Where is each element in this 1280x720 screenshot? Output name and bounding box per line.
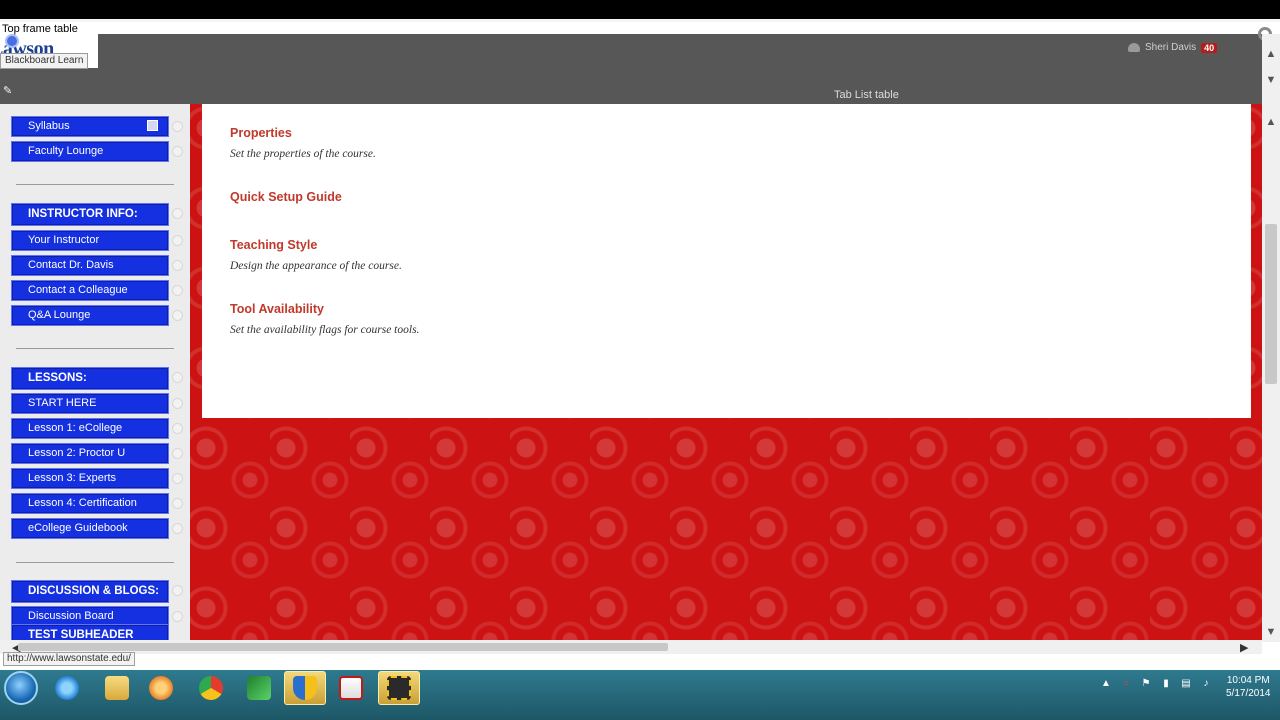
sidebar-item-contact-dr-davis[interactable]: Contact Dr. Davis xyxy=(11,255,169,276)
user-menu[interactable]: Sheri Davis 40 xyxy=(1128,42,1218,53)
menu-divider xyxy=(16,184,174,185)
scroll-up-arrow-icon[interactable]: ▲ xyxy=(1265,48,1277,60)
scrollbar-thumb[interactable] xyxy=(18,643,668,651)
scroll-down-arrow-icon[interactable]: ▼ xyxy=(1265,626,1277,638)
scroll-down-arrow-icon[interactable]: ▼ xyxy=(1265,74,1277,86)
sidebar-header-discussion-blogs[interactable]: DISCUSSION & BLOGS: xyxy=(11,580,169,603)
windows-taskbar: ▲ ○ ⚑ ▮ ▤ ♪ 10:04 PM 5/17/2014 xyxy=(0,670,1280,720)
chevron-down-icon[interactable] xyxy=(172,611,183,622)
entry-title-link[interactable]: Properties xyxy=(230,126,376,140)
course-header: Tab List table Sheri Davis 40 xyxy=(0,34,1262,104)
chevron-down-icon[interactable] xyxy=(172,146,183,157)
folder-icon xyxy=(105,676,129,700)
notification-badge[interactable]: 40 xyxy=(1201,42,1218,53)
item-options-icon[interactable] xyxy=(147,120,158,131)
pin-icon[interactable]: ✎ xyxy=(3,84,15,97)
show-hidden-icons-icon[interactable]: ▲ xyxy=(1100,678,1112,690)
taskbar-internet-explorer[interactable] xyxy=(46,671,88,705)
chevron-down-icon[interactable] xyxy=(172,372,183,383)
sidebar-item-lesson-4-certification[interactable]: Lesson 4: Certification xyxy=(11,493,169,514)
sidebar-header-instructor-info[interactable]: INSTRUCTOR INFO: xyxy=(11,203,169,226)
shield-icon xyxy=(293,676,317,700)
status-bar-url: http://www.lawsonstate.edu/ xyxy=(3,652,135,666)
action-center-icon[interactable]: ⚑ xyxy=(1140,678,1152,690)
vertical-scrollbar[interactable]: ▲ ▼ ▲ ▼ xyxy=(1262,34,1280,642)
tab-list-label: Tab List table xyxy=(834,89,899,101)
sidebar-item-contact-a-colleague[interactable]: Contact a Colleague xyxy=(11,280,169,301)
sidebar-item-your-instructor[interactable]: Your Instructor xyxy=(11,230,169,251)
internet-explorer-icon xyxy=(55,676,79,700)
sidebar-item-faculty-lounge[interactable]: Faculty Lounge xyxy=(11,141,169,162)
snipping-tool-icon xyxy=(387,676,411,700)
scroll-right-arrow-icon[interactable]: ▶ xyxy=(1240,641,1248,654)
entry-title-link[interactable]: Teaching Style xyxy=(230,238,402,252)
network-icon[interactable]: ▤ xyxy=(1180,678,1192,690)
entry-title-link[interactable]: Tool Availability xyxy=(230,302,419,316)
menu-divider xyxy=(16,348,174,349)
entry-title-link[interactable]: Quick Setup Guide xyxy=(230,190,342,204)
media-player-icon xyxy=(149,676,173,700)
chevron-down-icon[interactable] xyxy=(172,585,183,596)
sidebar-item-lesson-3-experts[interactable]: Lesson 3: Experts xyxy=(11,468,169,489)
user-icon xyxy=(1128,43,1140,52)
taskbar-acrobat[interactable] xyxy=(330,671,372,705)
horizontal-scrollbar[interactable]: ◀ ▶ xyxy=(0,640,1262,654)
taskbar-stock-app[interactable] xyxy=(238,671,280,705)
entry-properties: Properties Set the properties of the cou… xyxy=(230,126,376,160)
cursor-icon xyxy=(5,34,19,48)
logo-tooltip: Blackboard Learn xyxy=(0,53,89,69)
chevron-down-icon[interactable] xyxy=(172,285,183,296)
sidebar-item-lesson-2-proctor-u[interactable]: Lesson 2: Proctor U xyxy=(11,443,169,464)
chevron-down-icon[interactable] xyxy=(172,523,183,534)
clock-date: 5/17/2014 xyxy=(1226,688,1271,699)
clock-time: 10:04 PM xyxy=(1226,675,1270,686)
system-tray: ▲ ○ ⚑ ▮ ▤ ♪ xyxy=(1100,678,1212,690)
chevron-down-icon[interactable] xyxy=(172,398,183,409)
chevron-down-icon[interactable] xyxy=(172,121,183,132)
course-menu: Syllabus Faculty Lounge INSTRUCTOR INFO: Yo… xyxy=(0,104,190,647)
stock-chart-icon xyxy=(247,676,271,700)
chevron-down-icon[interactable] xyxy=(172,423,183,434)
start-button[interactable] xyxy=(4,671,38,705)
chevron-down-icon[interactable] xyxy=(172,448,183,459)
content-panel: Properties Set the properties of the cou… xyxy=(202,104,1251,418)
top-strip xyxy=(0,0,1280,22)
entry-teaching-style: Teaching Style Design the appearance of … xyxy=(230,238,402,272)
chevron-down-icon[interactable] xyxy=(172,310,183,321)
taskbar-security[interactable] xyxy=(284,671,326,705)
screen: Top frame table Tab List table Sheri Dav… xyxy=(0,0,1280,720)
acrobat-icon xyxy=(339,676,363,700)
scrollbar-thumb[interactable] xyxy=(1265,224,1277,384)
user-name[interactable]: Sheri Davis xyxy=(1145,42,1196,53)
chevron-down-icon[interactable] xyxy=(172,260,183,271)
entry-quick-setup-guide: Quick Setup Guide xyxy=(230,190,342,204)
chevron-down-icon[interactable] xyxy=(172,208,183,219)
sidebar-item-ecollege-guidebook[interactable]: eCollege Guidebook xyxy=(11,518,169,539)
taskbar-file-explorer[interactable] xyxy=(96,671,138,705)
entry-description: Set the properties of the course. xyxy=(230,148,376,160)
entry-description: Design the appearance of the course. xyxy=(230,260,402,272)
chrome-icon xyxy=(199,676,223,700)
menu-divider xyxy=(16,562,174,563)
entry-tool-availability: Tool Availability Set the availability f… xyxy=(230,302,419,336)
taskbar-chrome[interactable] xyxy=(190,671,232,705)
taskbar-media-player[interactable] xyxy=(140,671,182,705)
sidebar-item-lesson-1-ecollege[interactable]: Lesson 1: eCollege xyxy=(11,418,169,439)
entry-description: Set the availability flags for course to… xyxy=(230,324,420,336)
taskbar-snipping-tool[interactable] xyxy=(378,671,420,705)
device-icon[interactable]: ▮ xyxy=(1160,678,1172,690)
taskbar-clock[interactable]: 10:04 PM 5/17/2014 xyxy=(1226,674,1271,700)
browser-page: Top frame table Tab List table Sheri Dav… xyxy=(0,22,1280,670)
chevron-down-icon[interactable] xyxy=(172,498,183,509)
sidebar-item-q-a-lounge[interactable]: Q&A Lounge xyxy=(11,305,169,326)
chevron-down-icon[interactable] xyxy=(172,235,183,246)
sidebar-item-syllabus[interactable]: Syllabus xyxy=(11,116,169,137)
volume-icon[interactable]: ♪ xyxy=(1200,678,1212,690)
sidebar-header-lessons[interactable]: LESSONS: xyxy=(11,367,169,390)
chevron-down-icon[interactable] xyxy=(172,473,183,484)
antivirus-icon[interactable]: ○ xyxy=(1120,678,1132,690)
sidebar-item-start-here[interactable]: START HERE xyxy=(11,393,169,414)
scroll-up-arrow-icon[interactable]: ▲ xyxy=(1265,116,1277,128)
